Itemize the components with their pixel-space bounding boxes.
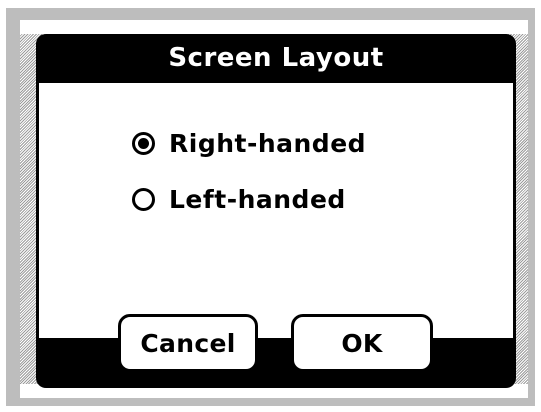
background-top-strip — [20, 20, 528, 34]
ok-button[interactable]: OK — [291, 314, 433, 372]
screen-layout-dialog: Screen Layout Right-handed Left-handed C… — [36, 34, 516, 388]
radio-selected-icon[interactable] — [132, 131, 155, 155]
radio-dot-icon — [138, 137, 149, 149]
radio-option-left-handed[interactable]: Left-handed — [132, 183, 346, 215]
dialog-body: Right-handed Left-handed — [39, 83, 513, 338]
cancel-button[interactable]: Cancel — [118, 314, 258, 372]
radio-label-left-handed: Left-handed — [169, 184, 346, 214]
radio-label-right-handed: Right-handed — [169, 128, 367, 158]
radio-unselected-icon[interactable] — [132, 187, 155, 211]
dialog-title: Screen Layout — [168, 43, 384, 73]
radio-option-right-handed[interactable]: Right-handed — [132, 127, 366, 159]
